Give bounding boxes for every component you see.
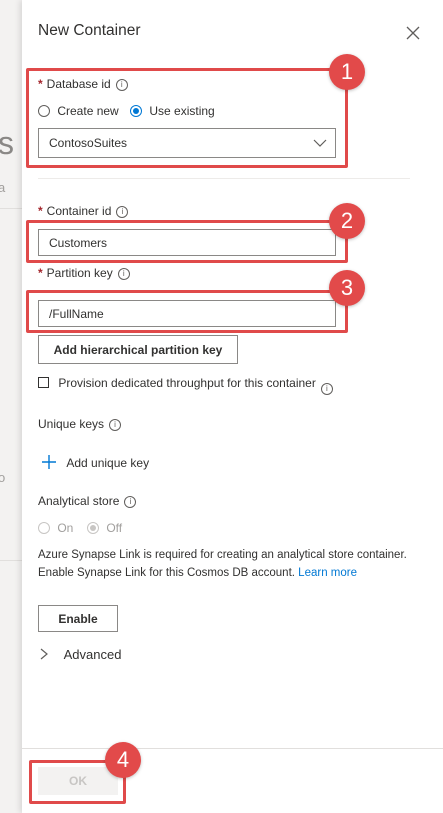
annotation-badge: 4 <box>105 742 141 778</box>
provision-throughput-checkbox[interactable]: Provision dedicated throughput for this … <box>38 376 333 395</box>
background-page: s a o <box>0 0 22 813</box>
radio-icon <box>38 522 50 534</box>
checkbox-icon <box>38 377 49 388</box>
footer-divider <box>22 748 443 749</box>
info-icon[interactable]: i <box>124 496 137 508</box>
annotation-box-database <box>26 68 348 168</box>
container-id-label: * Container id i <box>38 204 129 218</box>
annotation-box-partition-key <box>26 290 348 333</box>
annotation-badge: 1 <box>329 54 365 90</box>
radio-icon <box>87 522 99 534</box>
info-icon[interactable]: i <box>109 419 122 431</box>
partition-key-label: * Partition key i <box>38 266 130 280</box>
background-text: s <box>0 125 14 161</box>
synapse-link-message: Azure Synapse Link is required for creat… <box>38 549 407 579</box>
annotation-badge: 3 <box>329 270 365 306</box>
background-text: o <box>0 470 6 485</box>
info-icon[interactable]: i <box>116 206 129 218</box>
annotation-badge: 2 <box>329 203 365 239</box>
enable-button[interactable]: Enable <box>38 605 118 632</box>
background-divider <box>0 208 22 209</box>
radio-analytical-off[interactable]: Off <box>87 521 122 535</box>
chevron-right-icon <box>40 648 48 660</box>
learn-more-link[interactable]: Learn more <box>298 567 357 579</box>
plus-icon <box>42 455 56 469</box>
advanced-toggle[interactable]: Advanced <box>40 647 121 662</box>
panel-title: New Container <box>38 22 141 39</box>
section-divider <box>38 178 410 179</box>
add-unique-key-button[interactable]: Add unique key <box>41 454 149 470</box>
unique-keys-label: Unique keys i <box>38 417 122 431</box>
info-icon[interactable]: i <box>117 268 130 280</box>
add-hierarchical-partition-key-button[interactable]: Add hierarchical partition key <box>38 335 238 364</box>
background-divider <box>0 560 22 561</box>
background-text: a <box>0 180 6 195</box>
annotation-box-container-id <box>26 220 348 263</box>
analytical-store-label: Analytical store i <box>38 494 137 508</box>
close-icon[interactable] <box>404 24 422 42</box>
info-icon[interactable]: i <box>320 383 333 395</box>
radio-analytical-on[interactable]: On <box>38 521 73 535</box>
